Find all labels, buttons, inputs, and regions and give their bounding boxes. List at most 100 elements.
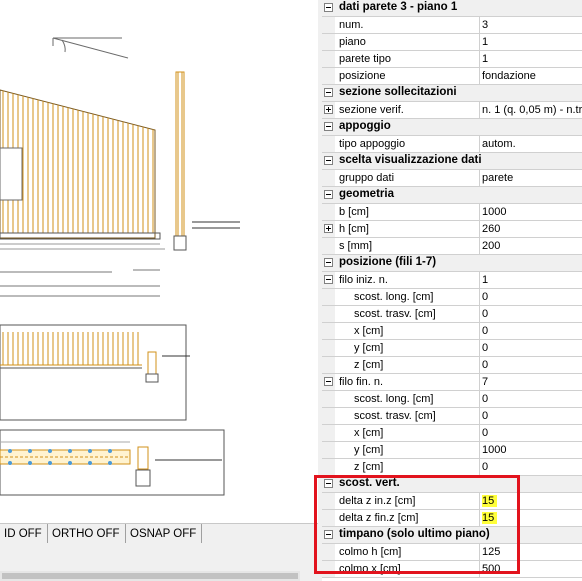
value-text: fondazione	[482, 70, 536, 82]
property-name: h [cm]	[339, 223, 369, 235]
collapse-icon[interactable]	[324, 190, 333, 199]
property-name: x [cm]	[354, 325, 384, 337]
property-row[interactable]: b [cm] 1000	[322, 204, 582, 221]
collapse-icon[interactable]	[324, 530, 333, 539]
property-value[interactable]: 1	[482, 53, 582, 65]
property-value[interactable]: 0	[482, 410, 582, 422]
property-value[interactable]: 0	[482, 461, 582, 473]
category-header[interactable]: scelta visualizzazione dati	[322, 153, 582, 170]
collapse-icon[interactable]	[324, 88, 333, 97]
property-row[interactable]: scost. long. [cm] 0	[322, 391, 582, 408]
property-value[interactable]: 0	[482, 308, 582, 320]
collapse-icon[interactable]	[324, 275, 333, 284]
node-point	[8, 461, 12, 465]
property-value[interactable]: 0	[482, 342, 582, 354]
property-value[interactable]: 0	[482, 325, 582, 337]
scroll-thumb[interactable]	[2, 573, 298, 579]
expand-icon[interactable]	[324, 105, 333, 114]
property-value[interactable]: 200	[482, 240, 582, 252]
property-row[interactable]: s [mm] 200	[322, 238, 582, 255]
property-row[interactable]: scost. long. [cm] 0	[322, 289, 582, 306]
property-row[interactable]: y [cm] 1000	[322, 442, 582, 459]
property-row[interactable]: colmo x [cm] 500	[322, 561, 582, 578]
property-row[interactable]: parete tipo 1	[322, 51, 582, 68]
column-divider	[479, 51, 480, 68]
horizontal-scrollbar[interactable]	[0, 571, 300, 581]
property-row[interactable]: tipo appoggio autom.	[322, 136, 582, 153]
collapse-icon[interactable]	[324, 479, 333, 488]
property-value[interactable]: parete	[482, 172, 582, 184]
property-value[interactable]: 15	[482, 512, 582, 524]
property-name: scost. trasv. [cm]	[354, 410, 436, 422]
category-header[interactable]: appoggio	[322, 119, 582, 136]
property-row[interactable]: filo fin. n. 7	[322, 374, 582, 391]
property-value[interactable]: autom.	[482, 138, 582, 150]
property-row[interactable]: z [cm] 0	[322, 357, 582, 374]
property-row[interactable]: filo iniz. n. 1	[322, 272, 582, 289]
property-row[interactable]: piano 1	[322, 34, 582, 51]
category-header[interactable]: posizione (fili 1-7)	[322, 255, 582, 272]
property-row[interactable]: num. 3	[322, 17, 582, 34]
category-header[interactable]: scost. vert.	[322, 476, 582, 493]
collapse-icon[interactable]	[324, 258, 333, 267]
property-row[interactable]: y [cm] 0	[322, 340, 582, 357]
property-row[interactable]: delta z fin.z [cm] 15	[322, 510, 582, 527]
row-gutter	[322, 136, 335, 152]
property-value[interactable]: 0	[482, 393, 582, 405]
row-gutter	[322, 17, 335, 33]
property-value[interactable]: 260	[482, 223, 582, 235]
property-row[interactable]: x [cm] 0	[322, 323, 582, 340]
column-divider	[479, 459, 480, 476]
property-row[interactable]: sezione verif. n. 1 (q. 0,05 m) - n.tra	[322, 102, 582, 119]
property-value[interactable]: 1	[482, 274, 582, 286]
property-row[interactable]: gruppo dati parete	[322, 170, 582, 187]
property-value[interactable]: 1	[482, 36, 582, 48]
property-grid: dati parete 3 - piano 1 num. 3 piano 1 parete…	[322, 0, 582, 581]
expand-icon[interactable]	[324, 224, 333, 233]
property-row[interactable]: x [cm] 0	[322, 425, 582, 442]
node-point	[48, 461, 52, 465]
value-text: 0	[482, 393, 489, 405]
collapse-icon[interactable]	[324, 122, 333, 131]
property-row[interactable]: z [cm] 0	[322, 459, 582, 476]
osnap-toggle[interactable]: OSNAP OFF	[126, 524, 202, 544]
column-divider	[479, 561, 480, 578]
property-row[interactable]: scost. trasv. [cm] 0	[322, 408, 582, 425]
category-header[interactable]: dati parete 3 - piano 1	[322, 0, 582, 17]
category-header[interactable]: sezione sollecitazioni	[322, 85, 582, 102]
property-value[interactable]: 1000	[482, 206, 582, 218]
collapse-icon[interactable]	[324, 3, 333, 12]
property-row[interactable]: colmo h [cm] 125	[322, 544, 582, 561]
row-gutter	[322, 68, 335, 84]
property-value[interactable]: n. 1 (q. 0,05 m) - n.tra	[482, 104, 582, 116]
value-text: parete	[482, 172, 514, 184]
property-value[interactable]: 0	[482, 359, 582, 371]
category-header[interactable]: geometria	[322, 187, 582, 204]
category-header[interactable]: timpano (solo ultimo piano)	[322, 527, 582, 544]
property-value[interactable]: 1000	[482, 444, 582, 456]
ortho-toggle[interactable]: ORTHO OFF	[48, 524, 126, 544]
property-name: sezione verif.	[339, 104, 404, 116]
cad-drawing-viewport[interactable]	[0, 0, 318, 523]
property-name: x [cm]	[354, 427, 384, 439]
property-value[interactable]: 125	[482, 546, 582, 558]
collapse-icon[interactable]	[324, 156, 333, 165]
property-row[interactable]: posizione fondazione	[322, 68, 582, 85]
value-text: 0	[482, 427, 489, 439]
property-value[interactable]: 15	[482, 495, 582, 507]
node-point	[48, 449, 52, 453]
property-value[interactable]: 500	[482, 563, 582, 575]
property-value[interactable]: 3	[482, 19, 582, 31]
property-value[interactable]: fondazione	[482, 70, 582, 82]
property-value[interactable]: 7	[482, 376, 582, 388]
property-row[interactable]: h [cm] 260	[322, 221, 582, 238]
property-row[interactable]: delta z in.z [cm] 15	[322, 493, 582, 510]
property-row[interactable]: scost. trasv. [cm] 0	[322, 306, 582, 323]
grid-toggle[interactable]: ID OFF	[0, 524, 48, 544]
collapse-icon[interactable]	[324, 377, 333, 386]
column-divider	[479, 374, 480, 391]
property-value[interactable]: 0	[482, 291, 582, 303]
wall-section-mid	[0, 324, 190, 421]
value-text: 1	[482, 36, 489, 48]
property-value[interactable]: 0	[482, 427, 582, 439]
